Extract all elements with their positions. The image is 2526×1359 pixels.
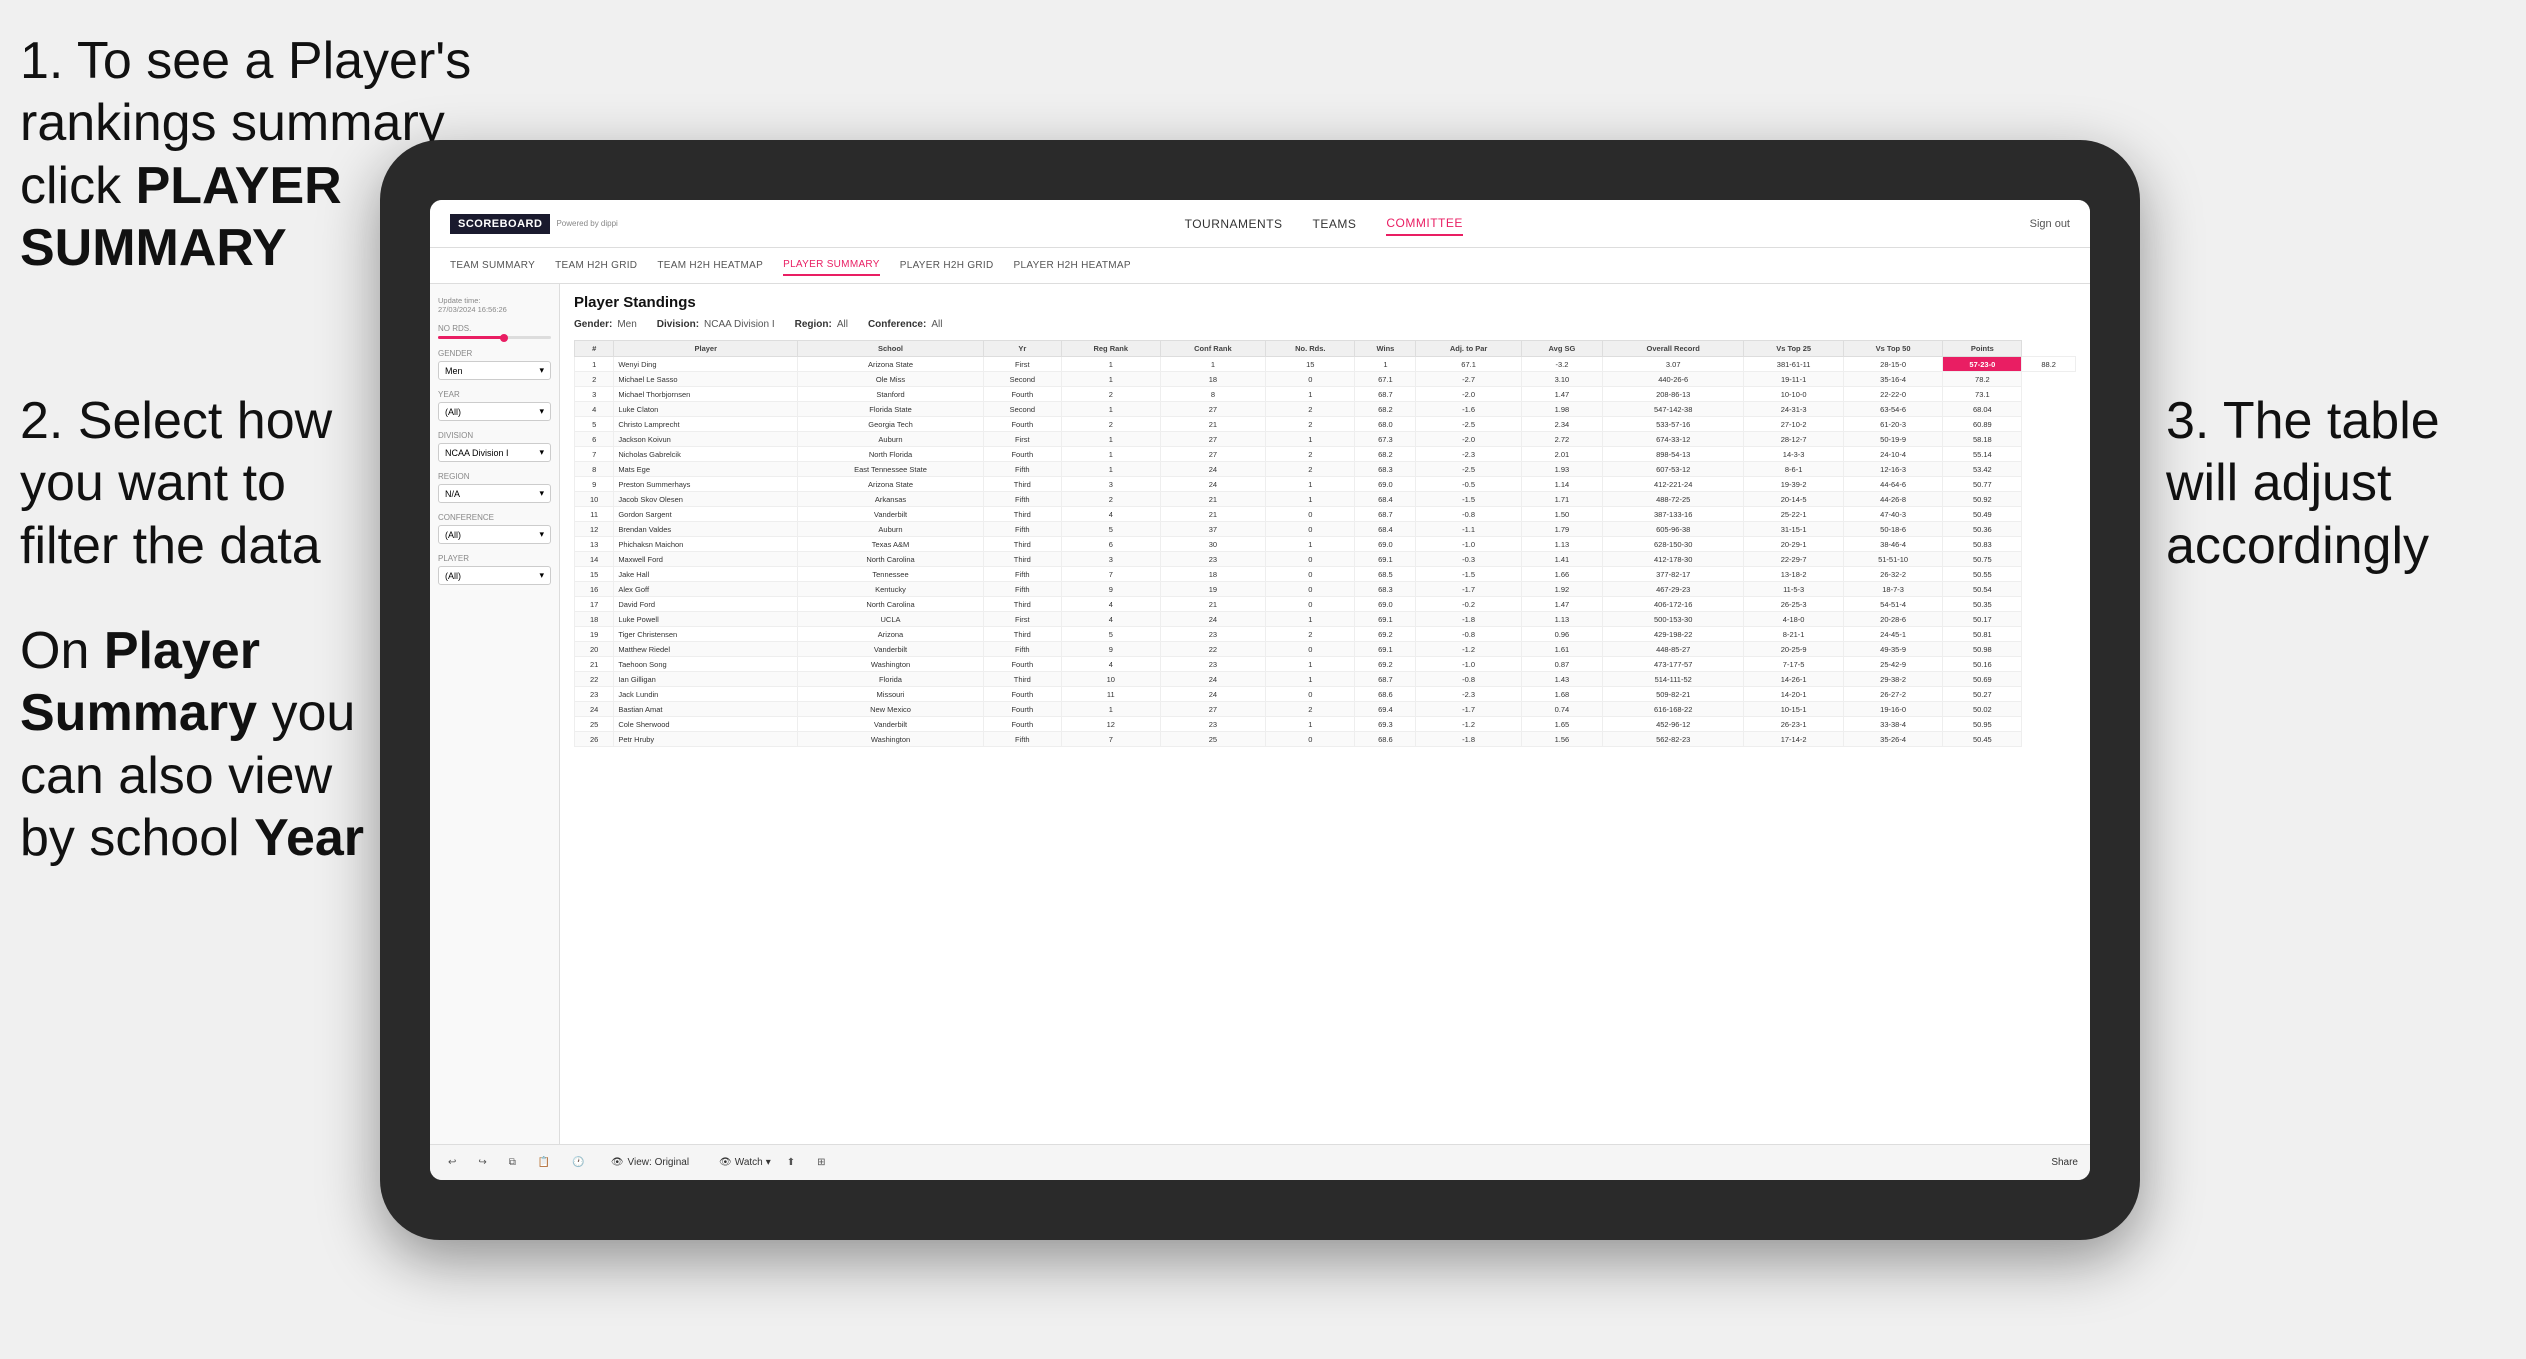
table-row: 18Luke PowellUCLAFirst424169.1-1.81.1350… bbox=[575, 612, 2076, 627]
table-row: 8Mats EgeEast Tennessee StateFifth124268… bbox=[575, 462, 2076, 477]
table-row: 15Jake HallTennesseeFifth718068.5-1.51.6… bbox=[575, 567, 2076, 582]
gender-select[interactable]: Men ▾ bbox=[438, 361, 551, 380]
tablet-screen: SCOREBOARD Powered by dippi TOURNAMENTS … bbox=[430, 200, 2090, 1180]
table-title: Player Standings bbox=[574, 294, 2076, 311]
undo-btn[interactable]: ↩ bbox=[442, 1154, 462, 1171]
table-row: 5Christo LamprechtGeorgia TechFourth2212… bbox=[575, 417, 2076, 432]
col-adj: Adj. to Par bbox=[1416, 341, 1521, 357]
filter-gender: Gender: Men bbox=[574, 319, 637, 330]
table-row: 6Jackson KoivunAuburnFirst127167.3-2.02.… bbox=[575, 432, 2076, 447]
year-select[interactable]: (All) ▾ bbox=[438, 402, 551, 421]
table-row: 24Bastian AmatNew MexicoFourth127269.4-1… bbox=[575, 702, 2076, 717]
subnav-team-h2h-grid[interactable]: TEAM H2H GRID bbox=[555, 256, 637, 275]
table-row: 1Wenyi DingArizona StateFirst1115167.1-3… bbox=[575, 357, 2076, 372]
subnav-player-summary[interactable]: PLAYER SUMMARY bbox=[783, 255, 880, 276]
table-row: 20Matthew RiedelVanderbiltFifth922069.1-… bbox=[575, 642, 2076, 657]
col-player: Player bbox=[614, 341, 798, 357]
table-area: Player Standings Gender: Men Division: N… bbox=[560, 284, 2090, 1144]
top-nav: SCOREBOARD Powered by dippi TOURNAMENTS … bbox=[430, 200, 2090, 248]
nav-tournaments[interactable]: TOURNAMENTS bbox=[1185, 213, 1283, 235]
table-row: 7Nicholas GabrelcikNorth FloridaFourth12… bbox=[575, 447, 2076, 462]
logo-sub: Powered by dippi bbox=[556, 219, 617, 228]
table-row: 14Maxwell FordNorth CarolinaThird323069.… bbox=[575, 552, 2076, 567]
view-original-btn[interactable]: 👁 View: Original bbox=[611, 1157, 689, 1168]
table-row: 4Luke ClatonFlorida StateSecond127268.2-… bbox=[575, 402, 2076, 417]
sidebar: Update time: 27/03/2024 16:56:26 No Rds.… bbox=[430, 284, 560, 1144]
table-row: 25Cole SherwoodVanderbiltFourth1223169.3… bbox=[575, 717, 2076, 732]
subnav-team-summary[interactable]: TEAM SUMMARY bbox=[450, 256, 535, 275]
col-school: School bbox=[798, 341, 984, 357]
player-label: Player bbox=[438, 554, 551, 563]
filter-division: Division: NCAA Division I bbox=[657, 319, 775, 330]
update-time: Update time: 27/03/2024 16:56:26 bbox=[438, 296, 551, 314]
sub-nav: TEAM SUMMARY TEAM H2H GRID TEAM H2H HEAT… bbox=[430, 248, 2090, 284]
table-row: 10Jacob Skov OlesenArkansasFifth221168.4… bbox=[575, 492, 2076, 507]
table-row: 19Tiger ChristensenArizonaThird523269.2-… bbox=[575, 627, 2076, 642]
col-reg-rank: Reg Rank bbox=[1061, 341, 1160, 357]
region-label: Region bbox=[438, 472, 551, 481]
sign-out[interactable]: Sign out bbox=[2030, 218, 2070, 230]
col-vs50: Vs Top 50 bbox=[1843, 341, 1942, 357]
nav-teams[interactable]: TEAMS bbox=[1313, 213, 1357, 235]
region-select[interactable]: N/A ▾ bbox=[438, 484, 551, 503]
subnav-player-h2h-grid[interactable]: PLAYER H2H GRID bbox=[900, 256, 994, 275]
table-row: 26Petr HrubyWashingtonFifth725068.6-1.81… bbox=[575, 732, 2076, 747]
paste-btn[interactable]: 📋 bbox=[532, 1154, 556, 1171]
export-btn[interactable]: ⬆ bbox=[781, 1154, 801, 1171]
player-select[interactable]: (All) ▾ bbox=[438, 566, 551, 585]
instruction-step2: 2. Select how you want to filter the dat… bbox=[20, 390, 340, 577]
table-row: 23Jack LundinMissouriFourth1124068.6-2.3… bbox=[575, 687, 2076, 702]
table-row: 13Phichaksn MaichonTexas A&MThird630169.… bbox=[575, 537, 2076, 552]
col-vs25: Vs Top 25 bbox=[1744, 341, 1843, 357]
table-row: 16Alex GoffKentuckyFifth919068.3-1.71.92… bbox=[575, 582, 2076, 597]
subnav-team-h2h-heatmap[interactable]: TEAM H2H HEATMAP bbox=[657, 256, 763, 275]
nav-committee[interactable]: COMMITTEE bbox=[1386, 212, 1463, 236]
table-row: 9Preston SummerhaysArizona StateThird324… bbox=[575, 477, 2076, 492]
col-no-rds: No. Rds. bbox=[1266, 341, 1355, 357]
redo-btn[interactable]: ↪ bbox=[472, 1154, 492, 1171]
grid-btn[interactable]: ⊞ bbox=[811, 1154, 831, 1171]
col-conf-rank: Conf Rank bbox=[1160, 341, 1265, 357]
filters-row: Gender: Men Division: NCAA Division I Re… bbox=[574, 319, 2076, 330]
no-rds-label: No Rds. bbox=[438, 324, 551, 333]
col-points: Points bbox=[1943, 341, 2022, 357]
copy-btn[interactable]: ⧉ bbox=[503, 1154, 522, 1171]
table-row: 11Gordon SargentVanderbiltThird421068.7-… bbox=[575, 507, 2076, 522]
logo: SCOREBOARD bbox=[450, 214, 550, 234]
col-overall: Overall Record bbox=[1603, 341, 1744, 357]
division-select[interactable]: NCAA Division I ▾ bbox=[438, 443, 551, 462]
col-avg-sg: Avg SG bbox=[1521, 341, 1602, 357]
table-row: 2Michael Le SassoOle MissSecond118067.1-… bbox=[575, 372, 2076, 387]
year-label: Year bbox=[438, 390, 551, 399]
instruction-bottom: On Player Summary you can also view by s… bbox=[20, 620, 390, 870]
table-row: 3Michael ThorbjornsenStanfordFourth28168… bbox=[575, 387, 2076, 402]
filter-region: Region: All bbox=[795, 319, 848, 330]
division-label: Division bbox=[438, 431, 551, 440]
subnav-player-h2h-heatmap[interactable]: PLAYER H2H HEATMAP bbox=[1014, 256, 1131, 275]
gender-label: Gender bbox=[438, 349, 551, 358]
clock-btn[interactable]: 🕐 bbox=[566, 1154, 590, 1171]
share-btn[interactable]: Share bbox=[2051, 1157, 2078, 1168]
logo-area: SCOREBOARD Powered by dippi bbox=[450, 214, 618, 234]
standings-table: # Player School Yr Reg Rank Conf Rank No… bbox=[574, 340, 2076, 747]
col-yr: Yr bbox=[983, 341, 1061, 357]
no-rds-slider[interactable] bbox=[438, 336, 551, 339]
instruction-step3: 3. The table will adjust accordingly bbox=[2166, 390, 2496, 577]
nav-links: TOURNAMENTS TEAMS COMMITTEE bbox=[1185, 212, 1463, 236]
table-header-row: # Player School Yr Reg Rank Conf Rank No… bbox=[575, 341, 2076, 357]
table-row: 21Taehoon SongWashingtonFourth423169.2-1… bbox=[575, 657, 2076, 672]
conference-select[interactable]: (All) ▾ bbox=[438, 525, 551, 544]
bottom-toolbar: ↩ ↪ ⧉ 📋 🕐 👁 View: Original 👁 Watch ▾ ⬆ ⊞… bbox=[430, 1144, 2090, 1180]
col-num: # bbox=[575, 341, 614, 357]
main-content: Update time: 27/03/2024 16:56:26 No Rds.… bbox=[430, 284, 2090, 1144]
table-row: 17David FordNorth CarolinaThird421069.0-… bbox=[575, 597, 2076, 612]
tablet-device: SCOREBOARD Powered by dippi TOURNAMENTS … bbox=[380, 140, 2140, 1240]
filter-conference: Conference: All bbox=[868, 319, 942, 330]
col-wins: Wins bbox=[1355, 341, 1416, 357]
conference-label: Conference bbox=[438, 513, 551, 522]
table-row: 22Ian GilliganFloridaThird1024168.7-0.81… bbox=[575, 672, 2076, 687]
table-row: 12Brendan ValdesAuburnFifth537068.4-1.11… bbox=[575, 522, 2076, 537]
watch-btn[interactable]: 👁 Watch ▾ bbox=[719, 1157, 771, 1168]
